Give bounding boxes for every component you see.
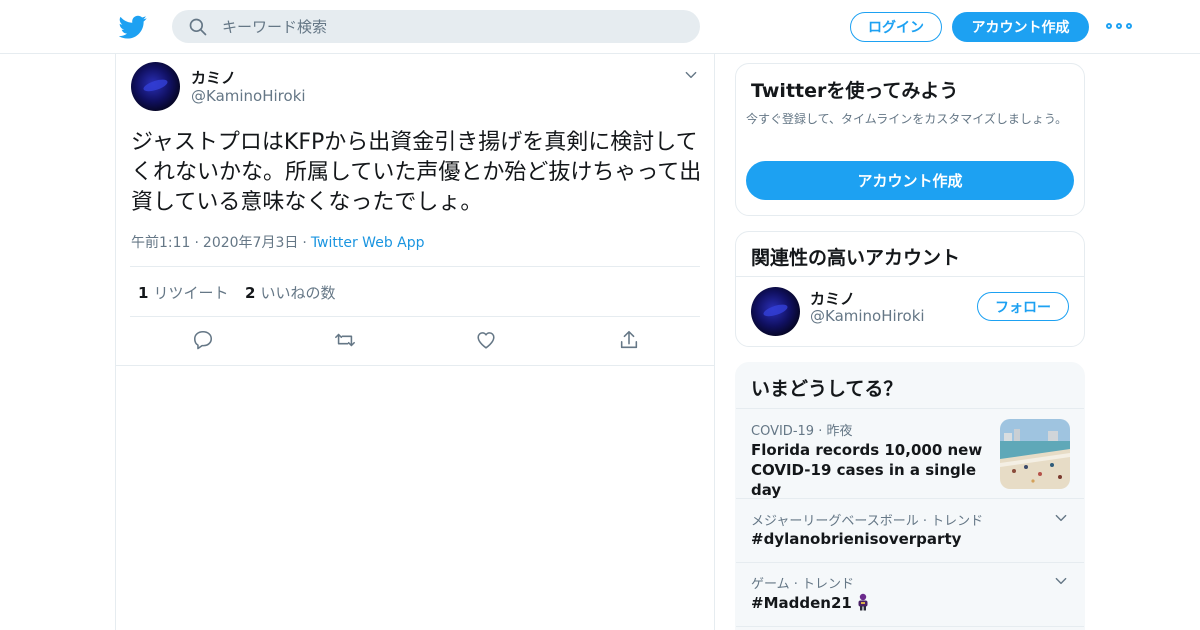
tweet-time[interactable]: 午前1:11 <box>131 235 190 251</box>
like-stat[interactable]: 2 いいねの数 <box>245 282 335 303</box>
login-button[interactable]: ログイン <box>850 12 942 42</box>
related-account-name[interactable]: カミノ <box>810 288 855 309</box>
trend-time: 昨夜 <box>826 424 853 439</box>
beach-thumbnail-image <box>1000 419 1070 489</box>
tweet-text: ジャストプロはKFPから出資金引き揚げを真剣に検討してくれないかな。所属していた… <box>131 130 702 215</box>
search-box[interactable] <box>172 10 700 43</box>
trend-label: #dylanobrienisoverparty <box>751 530 962 548</box>
related-account-handle[interactable]: @KaminoHiroki <box>810 307 925 325</box>
reply-icon[interactable] <box>192 329 214 351</box>
avatar[interactable] <box>131 62 180 111</box>
trend-category: メジャーリーグベースボール · トレンド <box>751 514 984 529</box>
tweet-stats: 1 リツイート 2 いいねの数 <box>130 266 700 317</box>
share-icon[interactable] <box>618 329 640 351</box>
tweet-date[interactable]: 2020年7月3日 <box>203 235 298 251</box>
separator: · <box>302 235 307 251</box>
trend-category: ゲーム · トレンド <box>751 577 855 592</box>
search-input[interactable] <box>222 10 682 43</box>
like-count: 2 <box>245 284 256 302</box>
trends-title: いまどうしてる？ <box>751 378 903 400</box>
football-player-icon <box>858 593 868 611</box>
search-icon <box>189 18 207 36</box>
retweet-stat-label: リツイート <box>153 284 229 302</box>
top-bar: ログイン アカウント作成 <box>0 0 1200 54</box>
tweet-metadata: 午前1:11 · 2020年7月3日 · Twitter Web App <box>131 232 425 252</box>
trend-category: COVID-19 <box>751 424 815 439</box>
try-twitter-title: Twitterを使ってみよう <box>751 80 959 102</box>
retweet-count: 1 <box>138 284 149 302</box>
divider <box>736 276 1084 277</box>
main-column: カミノ @KaminoHiroki ジャストプロはKFPから出資金引き揚げを真剣… <box>115 54 715 630</box>
related-accounts-title: 関連性の高いアカウント <box>751 247 961 269</box>
try-twitter-description: 今すぐ登録して、タイムラインをカスタマイズしましょう。 <box>746 112 1068 126</box>
chevron-down-icon[interactable] <box>1054 511 1068 525</box>
dot-icon <box>1106 23 1112 29</box>
trend-item[interactable]: COVID-19 · 昨夜 Florida records 10,000 new… <box>736 408 1084 499</box>
trend-label: #Madden21 <box>751 594 852 612</box>
tweet: カミノ @KaminoHiroki ジャストプロはKFPから出資金引き揚げを真剣… <box>116 54 714 366</box>
avatar[interactable] <box>751 287 800 336</box>
retweet-stat[interactable]: 1 リツイート <box>138 282 228 303</box>
retweet-icon[interactable] <box>334 329 356 351</box>
signup-button[interactable]: アカウント作成 <box>952 12 1089 42</box>
more-icon[interactable] <box>1106 16 1132 36</box>
trend-item[interactable] <box>736 626 1084 629</box>
twitter-logo-icon[interactable] <box>119 13 147 41</box>
chevron-down-icon[interactable] <box>684 68 698 82</box>
create-account-button[interactable]: アカウント作成 <box>746 161 1074 200</box>
trend-meta: COVID-19 · 昨夜 <box>751 424 853 439</box>
dot-icon <box>1126 23 1132 29</box>
trend-item[interactable]: メジャーリーグベースボール · トレンド #dylanobrienisoverp… <box>736 498 1084 562</box>
dot-icon <box>1116 23 1122 29</box>
trend-label-row: #Madden21 <box>751 593 871 612</box>
trends-card: いまどうしてる？ COVID-19 · 昨夜 Florida records 1… <box>735 362 1085 630</box>
trend-item[interactable]: ゲーム · トレンド #Madden21 <box>736 562 1084 626</box>
like-stat-label: いいねの数 <box>260 284 336 302</box>
tweet-actions <box>116 329 714 353</box>
tweet-handle[interactable]: @KaminoHiroki <box>191 87 306 105</box>
chevron-down-icon[interactable] <box>1054 574 1068 588</box>
tweet-display-name[interactable]: カミノ <box>191 67 236 88</box>
related-accounts-card: 関連性の高いアカウント カミノ @KaminoHiroki フォロー <box>735 231 1085 347</box>
trend-label: Florida records 10,000 new COVID-19 case… <box>751 441 983 499</box>
separator: · <box>194 235 199 251</box>
follow-button[interactable]: フォロー <box>977 292 1069 321</box>
tweet-source[interactable]: Twitter Web App <box>311 235 425 251</box>
beach-image <box>1000 419 1070 489</box>
heart-icon[interactable] <box>475 329 497 351</box>
try-twitter-card: Twitterを使ってみよう 今すぐ登録して、タイムラインをカスタマイズしましょ… <box>735 63 1085 216</box>
